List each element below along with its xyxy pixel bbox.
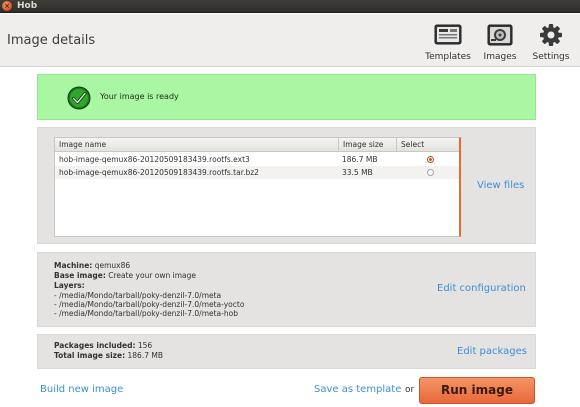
title-bar: × Hob — [0, 0, 580, 13]
table-row[interactable]: hob-image-qemux86-20120509183439.rootfs.… — [55, 166, 459, 179]
image-name-cell: hob-image-qemux86-20120509183439.rootfs.… — [59, 168, 259, 177]
layers-label: Layers: — [54, 281, 85, 290]
images-button[interactable]: Images — [475, 22, 525, 66]
templates-label: Templates — [425, 52, 471, 62]
header: Image details Templates Images Settings — [0, 14, 580, 67]
base-image-value: Create your own image — [108, 271, 197, 280]
image-size-cell: 186.7 MB — [342, 155, 378, 164]
packages-included-line: Packages included: 156 — [54, 341, 152, 350]
save-as-template-link[interactable]: Save as template — [314, 384, 401, 395]
packages-included-label: Packages included: — [54, 341, 136, 350]
images-label: Images — [483, 52, 517, 62]
edit-packages-link[interactable]: Edit packages — [457, 346, 527, 357]
select-radio[interactable] — [427, 169, 434, 176]
table-header: Image name Image size Select — [55, 138, 459, 152]
column-select[interactable]: Select — [396, 138, 460, 152]
image-name-cell: hob-image-qemux86-20120509183439.rootfs.… — [59, 155, 250, 164]
table-row[interactable]: hob-image-qemux86-20120509183439.rootfs.… — [55, 153, 459, 166]
settings-icon — [540, 24, 562, 46]
column-image-size[interactable]: Image size — [338, 138, 396, 152]
image-files-table: Image name Image size Select hob-image-q… — [54, 137, 461, 237]
settings-button[interactable]: Settings — [526, 22, 576, 66]
total-size-value: 186.7 MB — [127, 351, 163, 360]
layer-item: - /media/Mondo/tarball/poky-denzil-7.0/m… — [54, 309, 238, 318]
edit-configuration-link[interactable]: Edit configuration — [437, 283, 526, 294]
status-message: Your image is ready — [100, 92, 179, 101]
packages-panel: Packages included: 156 Total image size:… — [37, 334, 536, 369]
base-image-line: Base image: Create your own image — [54, 271, 196, 280]
build-new-image-link[interactable]: Build new image — [40, 384, 123, 395]
total-size-line: Total image size: 186.7 MB — [54, 351, 163, 360]
page-title: Image details — [7, 33, 96, 48]
templates-icon — [434, 24, 462, 45]
base-image-label: Base image: — [54, 271, 106, 280]
or-separator: or — [405, 385, 415, 395]
close-button[interactable]: × — [2, 1, 12, 11]
machine-line: Machine: qemux86 — [54, 261, 130, 270]
images-icon — [487, 24, 513, 46]
run-image-button[interactable]: Run image — [419, 377, 535, 404]
configuration-panel: Machine: qemux86 Base image: Create your… — [37, 252, 536, 327]
hob-window: × Hob Image details Templates Images Set… — [0, 0, 580, 407]
total-size-label: Total image size: — [54, 351, 126, 360]
view-files-link[interactable]: View files — [477, 180, 524, 191]
close-icon: × — [4, 2, 10, 10]
checkmark-icon — [67, 86, 91, 110]
layer-item: - /media/Mondo/tarball/poky-denzil-7.0/m… — [54, 291, 222, 300]
layer-item: - /media/Mondo/tarball/poky-denzil-7.0/m… — [54, 300, 245, 309]
column-image-name[interactable]: Image name — [55, 138, 338, 152]
templates-button[interactable]: Templates — [423, 22, 473, 66]
select-radio[interactable] — [427, 156, 434, 163]
layers-line: Layers: — [54, 281, 85, 290]
machine-label: Machine: — [54, 261, 93, 270]
image-files-panel: Image name Image size Select hob-image-q… — [37, 127, 536, 244]
machine-value: qemux86 — [94, 261, 131, 270]
settings-label: Settings — [532, 52, 570, 62]
packages-included-value: 156 — [137, 341, 153, 350]
status-banner: Your image is ready — [37, 74, 536, 120]
window-title: Hob — [17, 1, 38, 11]
image-size-cell: 33.5 MB — [342, 168, 373, 177]
